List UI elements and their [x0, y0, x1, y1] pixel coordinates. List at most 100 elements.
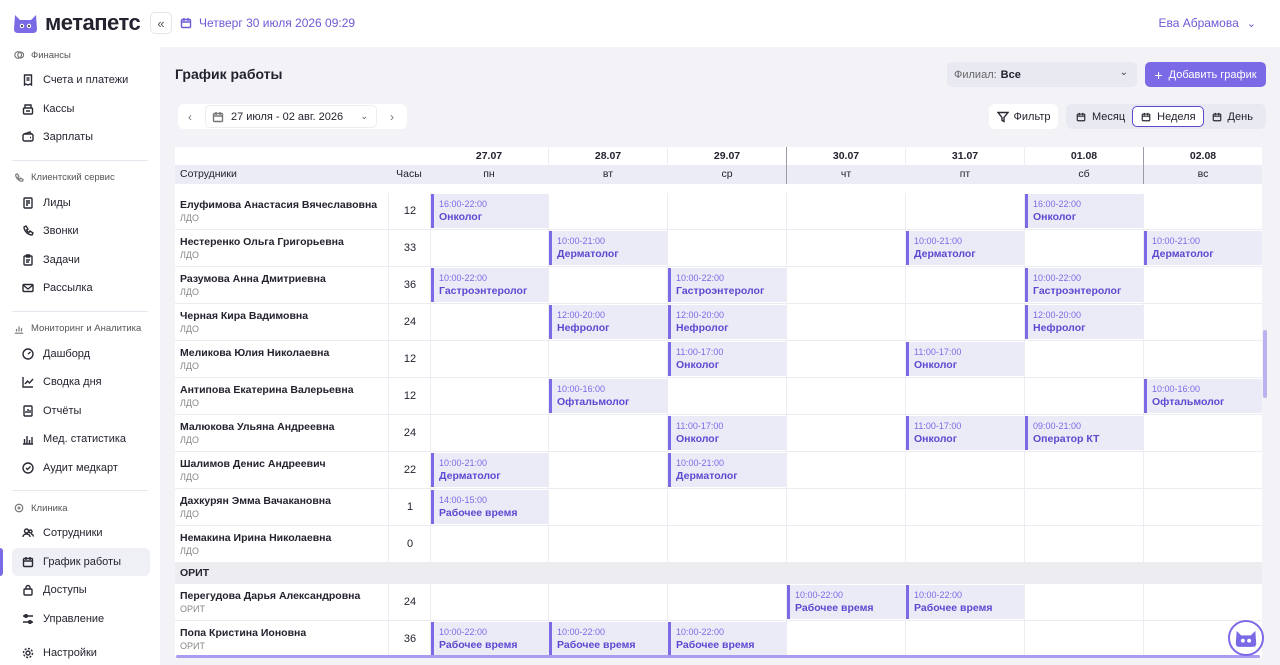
shift-block[interactable]: 12:00-20:00 Нефролог	[668, 305, 786, 339]
shift-block[interactable]: 11:00-17:00 Онколог	[906, 342, 1024, 376]
sidebar-item-1-3[interactable]: Рассылка	[0, 274, 160, 303]
shift-block[interactable]: 10:00-22:00 Рабочее время	[787, 585, 905, 619]
day-cell[interactable]	[667, 193, 786, 229]
sidebar-item-2-3[interactable]: Мед. статистика	[0, 425, 160, 454]
sidebar-item-3-0[interactable]: Сотрудники	[0, 519, 160, 548]
filter-button[interactable]: Фильтр	[989, 104, 1058, 129]
day-cell[interactable]	[667, 230, 786, 266]
day-cell[interactable]	[1143, 526, 1262, 562]
date-range-picker[interactable]: 27 июля - 02 авг. 2026 ⌄	[205, 105, 377, 128]
sidebar-item-2-0[interactable]: Дашборд	[0, 340, 160, 369]
day-cell[interactable]	[905, 193, 1024, 229]
sidebar-item-0-1[interactable]: Кассы	[0, 95, 160, 124]
shift-block[interactable]: 12:00-20:00 Нефролог	[1025, 305, 1143, 339]
shift-block[interactable]: 10:00-22:00 Рабочее время	[549, 622, 667, 656]
day-cell[interactable]	[905, 526, 1024, 562]
day-cell[interactable]	[786, 621, 905, 657]
day-cell[interactable]	[1024, 341, 1143, 377]
day-cell[interactable]	[548, 267, 667, 303]
day-cell[interactable]	[548, 452, 667, 488]
day-cell[interactable]	[1143, 584, 1262, 620]
day-cell[interactable]	[430, 230, 548, 266]
day-cell[interactable]	[1024, 584, 1143, 620]
sidebar-item-settings[interactable]: Настройки	[0, 639, 160, 665]
group-header[interactable]: ОРИТ	[175, 563, 1262, 584]
employee-name[interactable]: Дахкурян Эмма Вачакановна	[180, 495, 331, 507]
sidebar-item-1-2[interactable]: Задачи	[0, 246, 160, 275]
day-cell[interactable]	[667, 489, 786, 525]
shift-block[interactable]: 10:00-16:00 Офтальмолог	[549, 379, 667, 413]
day-cell[interactable]	[548, 584, 667, 620]
branch-select[interactable]: Филиал: Все ⌄	[947, 62, 1137, 87]
shift-block[interactable]: 10:00-22:00 Гастроэнтеролог	[1025, 268, 1143, 302]
vertical-scrollbar[interactable]	[1263, 330, 1267, 398]
shift-block[interactable]: 10:00-16:00 Офтальмолог	[1144, 379, 1262, 413]
shift-block[interactable]: 10:00-22:00 Рабочее время	[431, 622, 548, 656]
day-cell[interactable]	[667, 378, 786, 414]
sidebar-item-2-4[interactable]: Аудит медкарт	[0, 454, 160, 483]
user-menu[interactable]: Ева Абрамова ⌄	[1158, 16, 1256, 30]
shift-block[interactable]: 10:00-21:00 Дерматолог	[906, 231, 1024, 265]
employee-name[interactable]: Немакина Ирина Николаевна	[180, 532, 331, 544]
day-cell[interactable]	[786, 489, 905, 525]
next-week-button[interactable]: ›	[380, 104, 404, 129]
shift-block[interactable]: 11:00-17:00 Онколог	[668, 416, 786, 450]
day-cell[interactable]	[786, 526, 905, 562]
day-cell[interactable]	[786, 378, 905, 414]
sidebar-item-3-2[interactable]: Доступы	[0, 576, 160, 605]
view-button-0[interactable]: Месяц	[1068, 106, 1132, 127]
shift-block[interactable]: 09:00-21:00 Оператор КТ	[1025, 416, 1143, 450]
shift-block[interactable]: 10:00-22:00 Рабочее время	[906, 585, 1024, 619]
day-cell[interactable]	[1143, 304, 1262, 340]
shift-block[interactable]: 10:00-22:00 Гастроэнтеролог	[431, 268, 548, 302]
employee-name[interactable]: Перегудова Дарья Александровна	[180, 590, 360, 602]
day-cell[interactable]	[1024, 526, 1143, 562]
day-cell[interactable]	[430, 415, 548, 451]
shift-block[interactable]: 11:00-17:00 Онколог	[906, 416, 1024, 450]
sidebar-item-1-1[interactable]: Звонки	[0, 217, 160, 246]
employee-name[interactable]: Елуфимова Анастасия Вячеславовна	[180, 199, 377, 211]
horizontal-scrollbar[interactable]	[176, 655, 1260, 658]
shift-block[interactable]: 10:00-21:00 Дерматолог	[431, 453, 548, 487]
day-cell[interactable]	[1143, 489, 1262, 525]
day-cell[interactable]	[905, 452, 1024, 488]
shift-block[interactable]: 10:00-21:00 Дерматолог	[668, 453, 786, 487]
day-cell[interactable]	[1024, 378, 1143, 414]
shift-block[interactable]: 10:00-21:00 Дерматолог	[1144, 231, 1262, 265]
day-cell[interactable]	[1143, 415, 1262, 451]
support-chat-button[interactable]	[1228, 620, 1264, 656]
day-cell[interactable]	[786, 415, 905, 451]
day-cell[interactable]	[905, 378, 1024, 414]
day-cell[interactable]	[667, 526, 786, 562]
day-cell[interactable]	[548, 526, 667, 562]
day-cell[interactable]	[430, 526, 548, 562]
day-cell[interactable]	[905, 267, 1024, 303]
day-cell[interactable]	[1024, 452, 1143, 488]
day-cell[interactable]	[548, 193, 667, 229]
day-cell[interactable]	[905, 304, 1024, 340]
day-cell[interactable]	[905, 489, 1024, 525]
collapse-sidebar-button[interactable]: «	[150, 12, 172, 34]
day-cell[interactable]	[430, 304, 548, 340]
day-cell[interactable]	[1143, 193, 1262, 229]
employee-name[interactable]: Попа Кристина Ионовна	[180, 627, 306, 639]
day-cell[interactable]	[1024, 230, 1143, 266]
day-cell[interactable]	[1143, 341, 1262, 377]
day-cell[interactable]	[905, 621, 1024, 657]
day-cell[interactable]	[667, 584, 786, 620]
day-cell[interactable]	[430, 341, 548, 377]
prev-week-button[interactable]: ‹	[178, 104, 202, 129]
shift-block[interactable]: 16:00-22:00 Онколог	[431, 194, 548, 228]
day-cell[interactable]	[1143, 452, 1262, 488]
day-cell[interactable]	[1143, 267, 1262, 303]
sidebar-item-3-3[interactable]: Управление	[0, 605, 160, 634]
shift-block[interactable]: 10:00-21:00 Дерматолог	[549, 231, 667, 265]
employee-name[interactable]: Нестеренко Ольга Григорьевна	[180, 236, 344, 248]
employee-name[interactable]: Меликова Юлия Николаевна	[180, 347, 329, 359]
day-cell[interactable]	[430, 378, 548, 414]
day-cell[interactable]	[548, 415, 667, 451]
day-cell[interactable]	[786, 193, 905, 229]
shift-block[interactable]: 16:00-22:00 Онколог	[1025, 194, 1143, 228]
day-cell[interactable]	[786, 304, 905, 340]
sidebar-item-0-2[interactable]: Зарплаты	[0, 123, 160, 152]
